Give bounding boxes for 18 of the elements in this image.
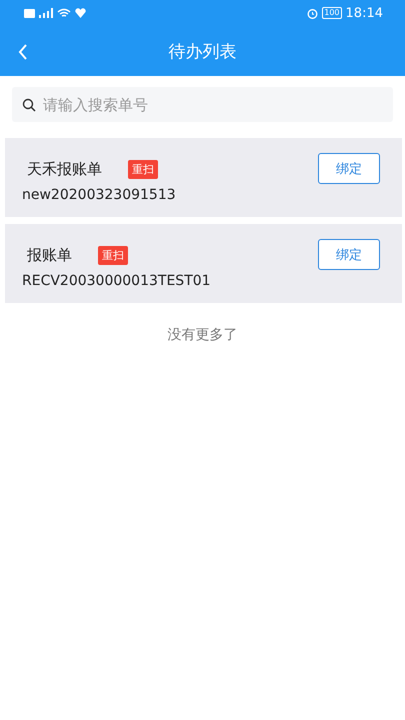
clock-time: 18:14 <box>346 6 383 20</box>
battery-level: 100 <box>322 7 342 19</box>
bind-button[interactable]: 绑定 <box>318 153 380 184</box>
page-title: 待办列表 <box>168 40 236 62</box>
alarm-icon <box>307 8 318 18</box>
document-number: RECV20030000013TEST01 <box>22 273 211 289</box>
document-number: new20200323091513 <box>22 187 176 203</box>
heart-icon <box>75 8 86 18</box>
document-title: 天禾报账单 <box>27 160 102 179</box>
rescan-tag: 重扫 <box>98 246 128 265</box>
rescan-tag: 重扫 <box>128 160 158 179</box>
search-field[interactable]: 请输入搜索单号 <box>12 87 393 122</box>
signal-icon <box>39 8 53 18</box>
wifi-icon <box>57 8 71 18</box>
bind-button[interactable]: 绑定 <box>318 239 380 270</box>
document-title: 报账单 <box>27 246 72 265</box>
no-more-text: 没有更多了 <box>168 327 238 343</box>
back-icon <box>18 44 28 60</box>
